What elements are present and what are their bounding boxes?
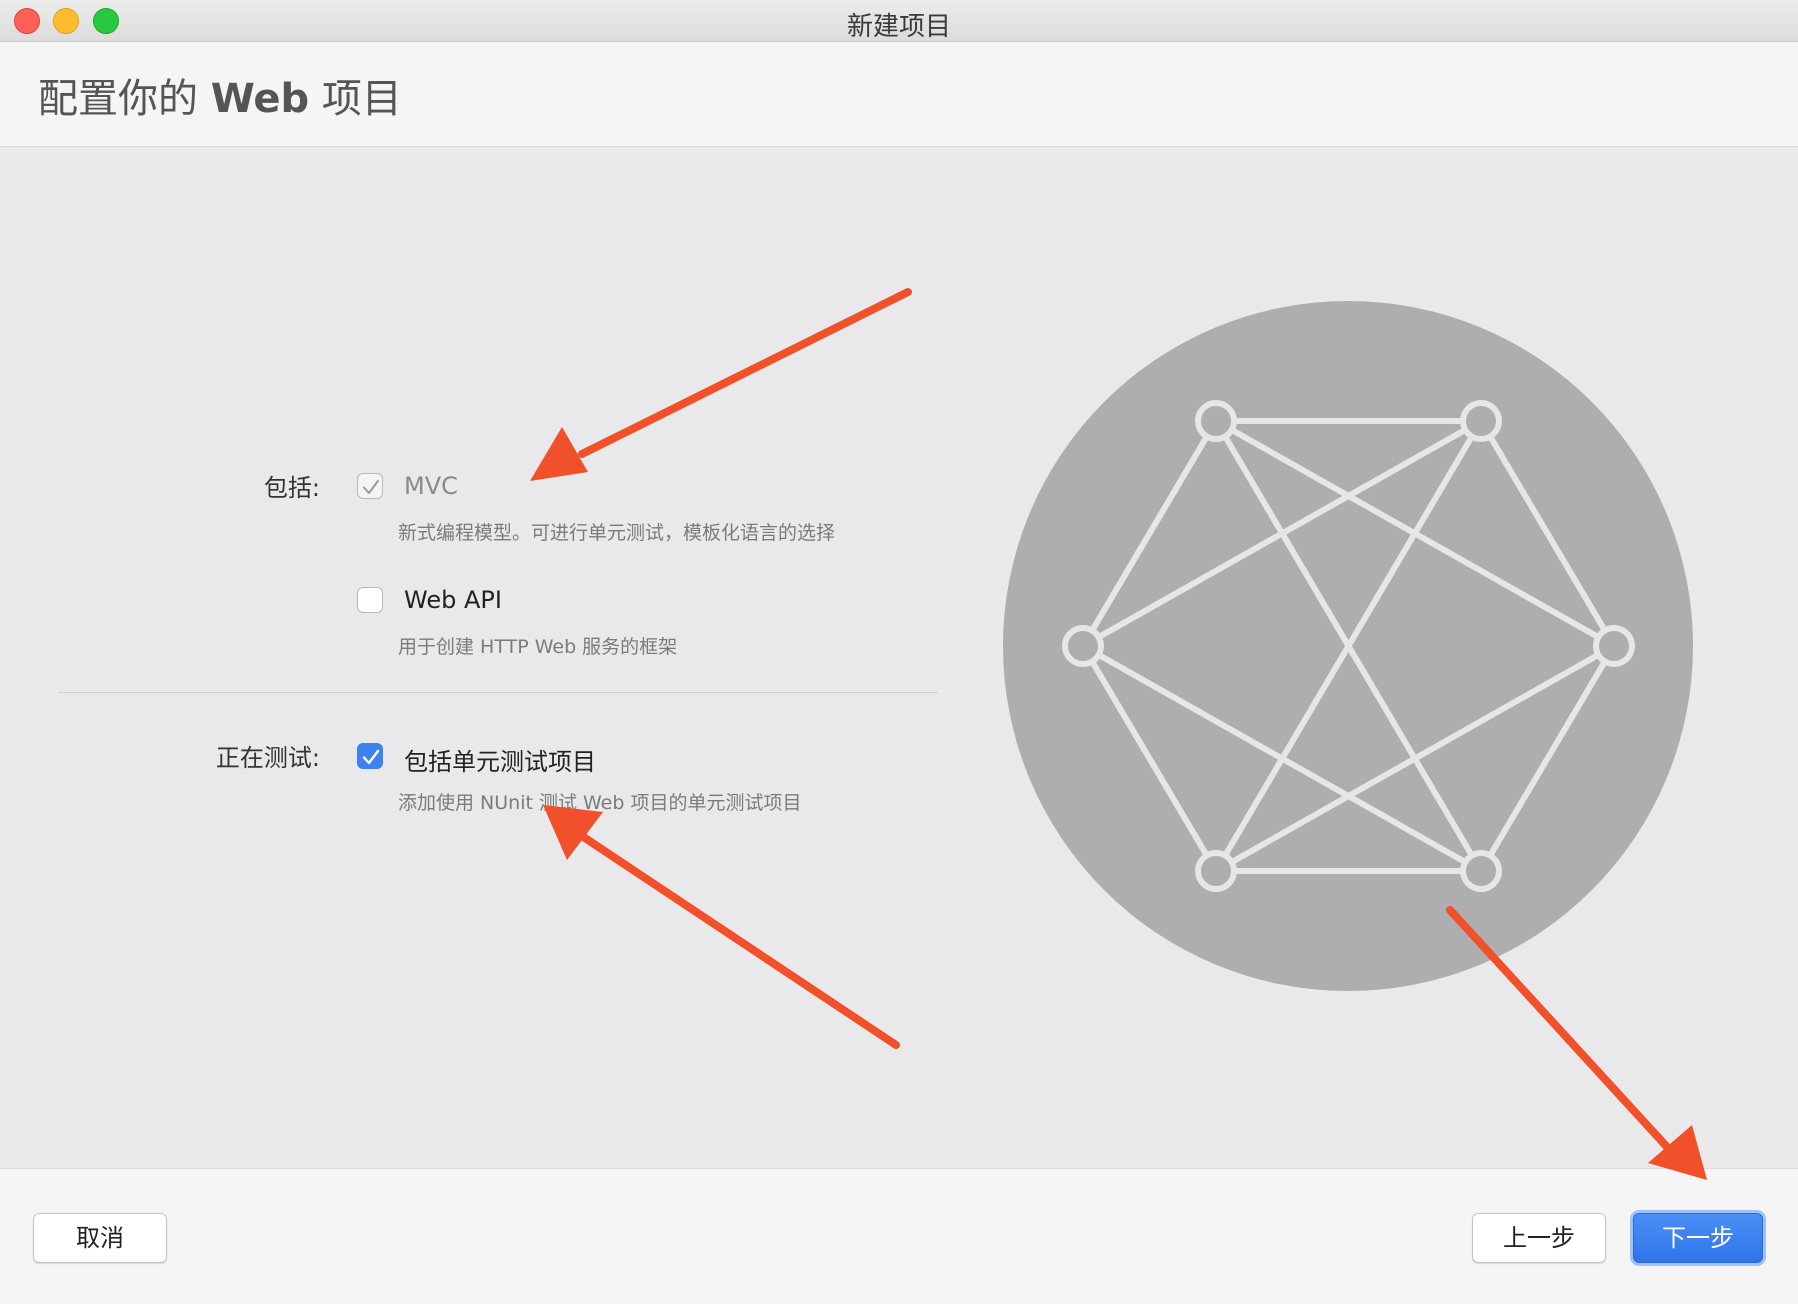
unit-test-checkbox[interactable] [357, 743, 383, 769]
cancel-button[interactable]: 取消 [33, 1213, 167, 1263]
testing-label: 正在测试: [215, 744, 320, 772]
window-title: 新建项目 [846, 12, 951, 42]
footer: 取消 上一步 下一步 [0, 1168, 1798, 1304]
page-title-bold: Web [210, 76, 310, 122]
page-title-prefix: 配置你的 [38, 76, 211, 122]
arrow-to-unit-test [543, 805, 900, 1049]
page-header: 配置你的 Web 项目 [0, 42, 1798, 147]
include-label: 包括: [263, 474, 320, 502]
mvc-checkbox [357, 473, 383, 499]
mvc-option-title: MVC [404, 472, 458, 500]
back-button[interactable]: 上一步 [1472, 1213, 1606, 1263]
page-title: 配置你的 Web 项目 [38, 66, 402, 124]
arrow-to-mvc [530, 288, 912, 481]
web-api-option-title[interactable]: Web API [404, 586, 502, 614]
title-bar: 新建项目 [0, 0, 1798, 42]
new-project-window: 新建项目 配置你的 Web 项目 包括: MVC 新式编程模型。可进行单元测试，… [0, 0, 1798, 1304]
checkmark-icon [362, 749, 380, 765]
page-title-suffix: 项目 [309, 76, 402, 122]
web-api-checkbox[interactable] [357, 587, 383, 613]
web-api-option-description: 用于创建 HTTP Web 服务的框架 [398, 636, 678, 658]
unit-test-option-description: 添加使用 NUnit 测试 Web 项目的单元测试项目 [398, 792, 802, 814]
checkmark-icon [363, 480, 379, 494]
section-divider [58, 692, 938, 693]
next-button[interactable]: 下一步 [1633, 1213, 1763, 1263]
unit-test-option-title[interactable]: 包括单元测试项目 [404, 742, 596, 777]
mvc-option-description: 新式编程模型。可进行单元测试，模板化语言的选择 [398, 522, 836, 544]
network-graph-icon [1003, 301, 1693, 991]
